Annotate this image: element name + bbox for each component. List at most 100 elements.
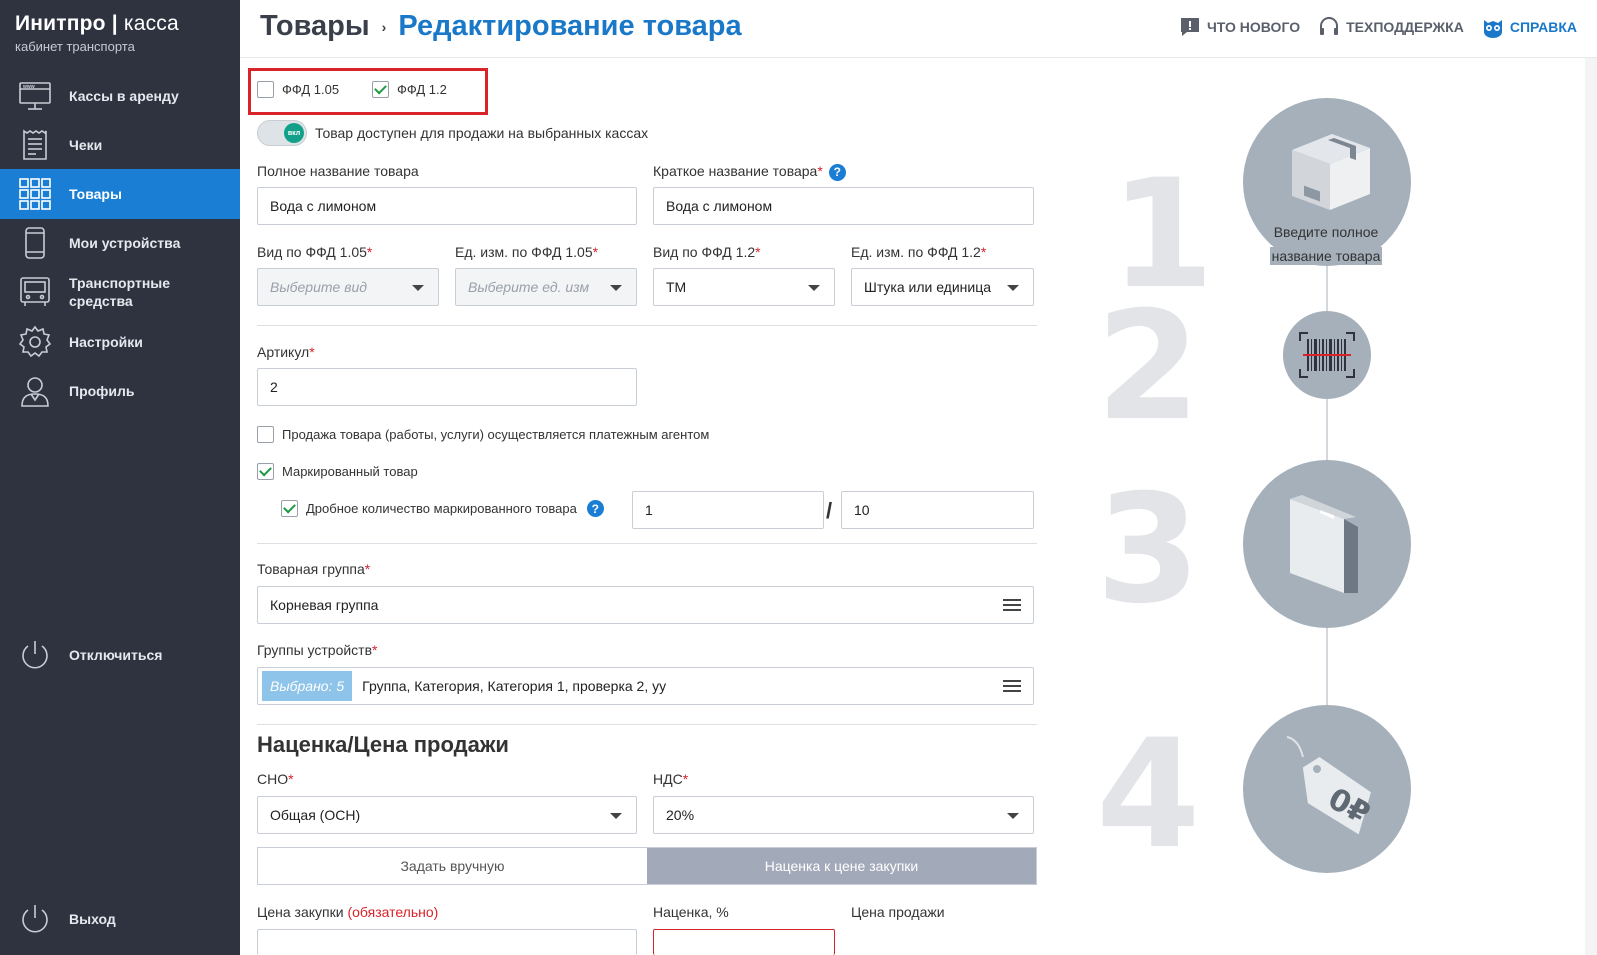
help-label: СПРАВКА [1509, 19, 1577, 35]
agent-checkbox-row[interactable]: Продажа товара (работы, услуги) осуществ… [257, 426, 709, 443]
logout-button[interactable]: Выход [0, 894, 240, 944]
sno-label-text: СНО [257, 771, 289, 787]
vat-select[interactable]: 20% [653, 796, 1034, 834]
product-group-picker[interactable]: Корневая группа [257, 586, 1034, 624]
vat-label: НДС* [653, 771, 688, 787]
step1-text-line2: название товара [1269, 247, 1383, 265]
short-name-input[interactable]: Вода с лимоном [653, 187, 1034, 225]
power-icon [17, 901, 53, 937]
fractional-checkbox-row[interactable]: Дробное количество маркированного товара… [281, 500, 604, 517]
whats-new-link[interactable]: ЧТО НОВОГО [1179, 16, 1300, 38]
logo-title-light: касса [123, 12, 179, 35]
article-input[interactable]: 2 [257, 368, 637, 406]
box-icon [1292, 134, 1370, 210]
required-mark: * [288, 771, 294, 787]
device-groups-picker[interactable]: Выбрано: 5 Группа, Категория, Категория … [257, 667, 1034, 705]
owl-icon [1483, 20, 1502, 38]
price-tag-icon: 0₽ [1286, 736, 1375, 835]
list-icon[interactable] [1003, 680, 1021, 692]
product-group-label-text: Товарная группа [257, 561, 365, 577]
device-groups-label-text: Группы устройств [257, 642, 373, 658]
fractional-checkbox[interactable] [281, 500, 298, 517]
article-label: Артикул* [257, 344, 315, 360]
fraction-denominator-input[interactable]: 10 [841, 491, 1034, 529]
required-note: (обязательно) [347, 904, 439, 920]
availability-label: Товар доступен для продажи на выбранных … [315, 125, 649, 141]
breadcrumb-separator: › [381, 18, 387, 35]
power-icon [17, 637, 53, 673]
support-label: ТЕХПОДДЕРЖКА [1346, 19, 1464, 35]
full-name-input[interactable]: Вода с лимоном [257, 187, 637, 225]
disconnect-button[interactable]: Отключиться [0, 630, 240, 680]
required-mark: * [682, 771, 689, 787]
step1-text-line1: Введите полное [1271, 223, 1381, 241]
fraction-numerator-input[interactable]: 1 [632, 491, 824, 529]
breadcrumb-root[interactable]: Товары [260, 10, 370, 43]
sno-select[interactable]: Общая (ОСН) [257, 796, 637, 834]
nav-label: Настройки [69, 334, 143, 350]
device-groups-label: Группы устройств* [257, 642, 378, 658]
markup-section-title: Наценка/Цена продажи [257, 732, 509, 757]
required-mark: * [372, 642, 378, 658]
ffd12-kind-label: Вид по ФФД 1.2* [653, 244, 761, 260]
scrollbar[interactable] [1585, 58, 1597, 955]
ffd12-unit-label: Ед. изм. по ФФД 1.2* [851, 244, 986, 260]
disconnect-label: Отключиться [69, 647, 163, 663]
help-icon[interactable]: ? [586, 500, 604, 517]
ffd105-unit-select[interactable]: Выберите ед. изм [455, 268, 637, 306]
availability-toggle[interactable]: вкл [257, 120, 307, 146]
nav-item-profile[interactable]: Профиль [0, 366, 240, 416]
markup-input[interactable] [653, 929, 835, 955]
marked-label: Маркированный товар [282, 464, 418, 479]
ffd12-checkbox[interactable] [372, 81, 389, 98]
agent-label: Продажа товара (работы, услуги) осуществ… [282, 427, 710, 442]
purchase-price-label-text: Цена закупки [257, 904, 344, 920]
markup-price-tab[interactable]: Наценка к цене закупки [647, 848, 1036, 884]
nav-item-receipts[interactable]: Чеки [0, 120, 240, 170]
nav-item-vehicles[interactable]: Транспортные средства [0, 267, 240, 317]
agent-checkbox[interactable] [257, 426, 274, 443]
nav-item-rent-registers[interactable]: www Кассы в аренду [0, 71, 240, 121]
ffd105-unit-label: Ед. изм. по ФФД 1.05* [455, 244, 598, 260]
support-link[interactable]: ТЕХПОДДЕРЖКА [1318, 16, 1464, 38]
nav-item-devices[interactable]: Мои устройства [0, 218, 240, 268]
nav-item-settings[interactable]: Настройки [0, 317, 240, 367]
manual-price-tab[interactable]: Задать вручную [258, 848, 647, 884]
nav-item-products[interactable]: Товары [0, 169, 240, 219]
purchase-price-input[interactable] [257, 929, 637, 955]
ffd12-kind-select[interactable]: ТМ [653, 268, 835, 306]
help-icon[interactable]: ? [828, 163, 846, 181]
full-name-label: Полное название товара [257, 163, 419, 179]
folder-icon [1290, 495, 1358, 593]
steps-illustration: 1 Введите полное название товара 2 3 4 0… [1080, 58, 1580, 955]
ffd12-checkbox-row[interactable]: ФФД 1.2 [372, 81, 447, 98]
receipt-icon [17, 127, 53, 163]
nav-label: Профиль [69, 383, 135, 399]
product-group-value: Корневая группа [270, 597, 379, 613]
ffd12-label: ФФД 1.2 [397, 82, 447, 97]
www-monitor-icon: www [17, 78, 53, 114]
help-link[interactable]: СПРАВКА [1482, 16, 1577, 38]
step-number: 4 [1096, 708, 1201, 882]
breadcrumb: Товары › Редактирование товара [260, 10, 742, 43]
vat-label-text: НДС [653, 771, 683, 787]
nav-label: Мои устройства [69, 235, 181, 251]
message-alert-icon [1180, 18, 1199, 36]
short-name-label: Краткое название товара*? [653, 163, 846, 181]
ffd105-checkbox[interactable] [257, 81, 274, 98]
short-name-label-text: Краткое название товара [653, 163, 818, 179]
marked-checkbox-row[interactable]: Маркированный товар [257, 463, 418, 480]
ffd105-unit-label-text: Ед. изм. по ФФД 1.05 [455, 244, 593, 260]
ffd105-kind-select[interactable]: Выберите вид [257, 268, 439, 306]
marked-checkbox[interactable] [257, 463, 274, 480]
list-icon[interactable] [1003, 599, 1021, 611]
ffd105-checkbox-row[interactable]: ФФД 1.05 [257, 81, 339, 98]
required-mark: * [364, 561, 371, 577]
article-label-text: Артикул [257, 344, 310, 360]
selected-count-badge: Выбрано: 5 [262, 671, 353, 701]
ffd12-kind-label-text: Вид по ФФД 1.2 [653, 244, 756, 260]
app-logo[interactable]: Инитпро | касса кабинет транспорта [15, 12, 179, 54]
ffd12-unit-select[interactable]: Штука или единица [851, 268, 1034, 306]
fraction-slash: / [826, 498, 833, 523]
full-name-label-text: Полное название товара [257, 163, 419, 179]
